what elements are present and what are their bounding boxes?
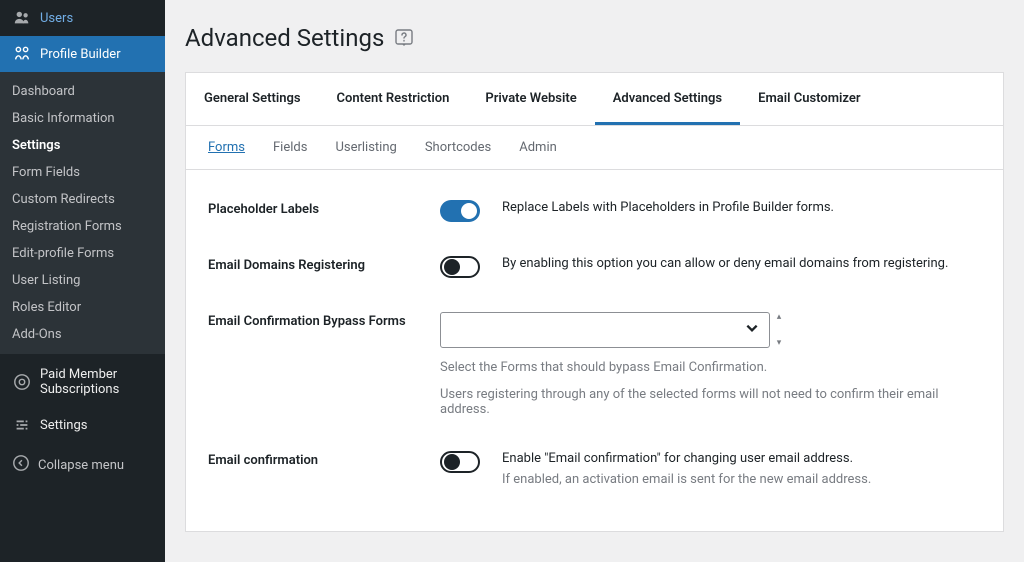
setting-desc: Enable "Email confirmation" for changing…	[502, 451, 981, 466]
primary-tabs: General Settings Content Restriction Pri…	[186, 73, 1003, 126]
setting-label: Email Domains Registering	[208, 256, 440, 273]
sidebar-sub-form-fields[interactable]: Form Fields	[0, 159, 165, 186]
collapse-menu[interactable]: Collapse menu	[0, 444, 165, 486]
setting-label: Email confirmation	[208, 451, 440, 468]
sidebar-lower: Paid Member Subscriptions Settings	[0, 358, 165, 444]
help-icon[interactable]	[394, 28, 414, 48]
sidebar-item-label: Profile Builder	[40, 47, 121, 62]
sidebar-sub-user-listing[interactable]: User Listing	[0, 267, 165, 294]
sidebar-sub-edit-profile-forms[interactable]: Edit-profile Forms	[0, 240, 165, 267]
subtab-userlisting[interactable]: Userlisting	[335, 140, 396, 155]
setting-email-confirmation: Email confirmation Enable "Email confirm…	[208, 451, 981, 487]
tab-private-website[interactable]: Private Website	[467, 73, 594, 125]
sidebar-submenu: Dashboard Basic Information Settings For…	[0, 72, 165, 354]
tab-email-customizer[interactable]: Email Customizer	[740, 73, 878, 125]
setting-email-domains: Email Domains Registering By enabling th…	[208, 256, 981, 278]
subtab-forms[interactable]: Forms	[208, 140, 245, 155]
email-bypass-select[interactable]	[440, 312, 770, 348]
sidebar-item-label: Users	[40, 11, 73, 26]
settings-card: General Settings Content Restriction Pri…	[185, 72, 1004, 532]
page-header: Advanced Settings	[185, 0, 1004, 72]
main-content: Advanced Settings General Settings Conte…	[165, 0, 1024, 562]
settings-body: Placeholder Labels Replace Labels with P…	[186, 170, 1003, 531]
setting-desc: Replace Labels with Placeholders in Prof…	[502, 200, 834, 215]
pms-icon	[12, 372, 32, 392]
chevron-down-icon	[745, 321, 759, 339]
tab-general-settings[interactable]: General Settings	[186, 73, 319, 125]
sidebar-item-profile-builder[interactable]: Profile Builder	[0, 36, 165, 72]
collapse-icon	[12, 454, 30, 476]
users-icon	[12, 8, 32, 28]
setting-help: Users registering through any of the sel…	[440, 387, 981, 417]
setting-desc: By enabling this option you can allow or…	[502, 256, 948, 271]
setting-label: Placeholder Labels	[208, 200, 440, 217]
setting-help: Select the Forms that should bypass Emai…	[440, 360, 981, 375]
subtab-shortcodes[interactable]: Shortcodes	[425, 140, 491, 155]
tab-content-restriction[interactable]: Content Restriction	[319, 73, 468, 125]
secondary-tabs: Forms Fields Userlisting Shortcodes Admi…	[186, 126, 1003, 170]
placeholder-labels-toggle[interactable]	[440, 200, 480, 222]
subtab-fields[interactable]: Fields	[273, 140, 307, 155]
sidebar-sub-add-ons[interactable]: Add-Ons	[0, 321, 165, 348]
sidebar-item-paid-member[interactable]: Paid Member Subscriptions	[0, 358, 165, 406]
page-title: Advanced Settings	[185, 24, 384, 52]
sidebar-item-label: Paid Member Subscriptions	[40, 367, 153, 397]
collapse-label: Collapse menu	[38, 458, 124, 473]
sidebar-sub-custom-redirects[interactable]: Custom Redirects	[0, 186, 165, 213]
admin-sidebar: Users Profile Builder Dashboard Basic In…	[0, 0, 165, 562]
pb-icon	[12, 44, 32, 64]
sidebar-sub-registration-forms[interactable]: Registration Forms	[0, 213, 165, 240]
setting-email-bypass: Email Confirmation Bypass Forms ▴▾ Selec…	[208, 312, 981, 417]
tab-advanced-settings[interactable]: Advanced Settings	[595, 73, 740, 125]
setting-help: If enabled, an activation email is sent …	[502, 472, 981, 487]
email-confirmation-toggle[interactable]	[440, 451, 480, 473]
subtab-admin[interactable]: Admin	[519, 140, 557, 155]
sidebar-item-settings[interactable]: Settings	[0, 406, 165, 444]
select-scrollbar[interactable]: ▴▾	[772, 312, 786, 348]
sidebar-sub-roles-editor[interactable]: Roles Editor	[0, 294, 165, 321]
email-domains-toggle[interactable]	[440, 256, 480, 278]
sidebar-item-users[interactable]: Users	[0, 0, 165, 36]
setting-label: Email Confirmation Bypass Forms	[208, 312, 440, 329]
setting-placeholder-labels: Placeholder Labels Replace Labels with P…	[208, 200, 981, 222]
sidebar-sub-dashboard[interactable]: Dashboard	[0, 78, 165, 105]
sidebar-sub-settings[interactable]: Settings	[0, 132, 165, 159]
settings-icon	[12, 415, 32, 435]
sidebar-item-label: Settings	[40, 418, 87, 433]
sidebar-sub-basic-info[interactable]: Basic Information	[0, 105, 165, 132]
